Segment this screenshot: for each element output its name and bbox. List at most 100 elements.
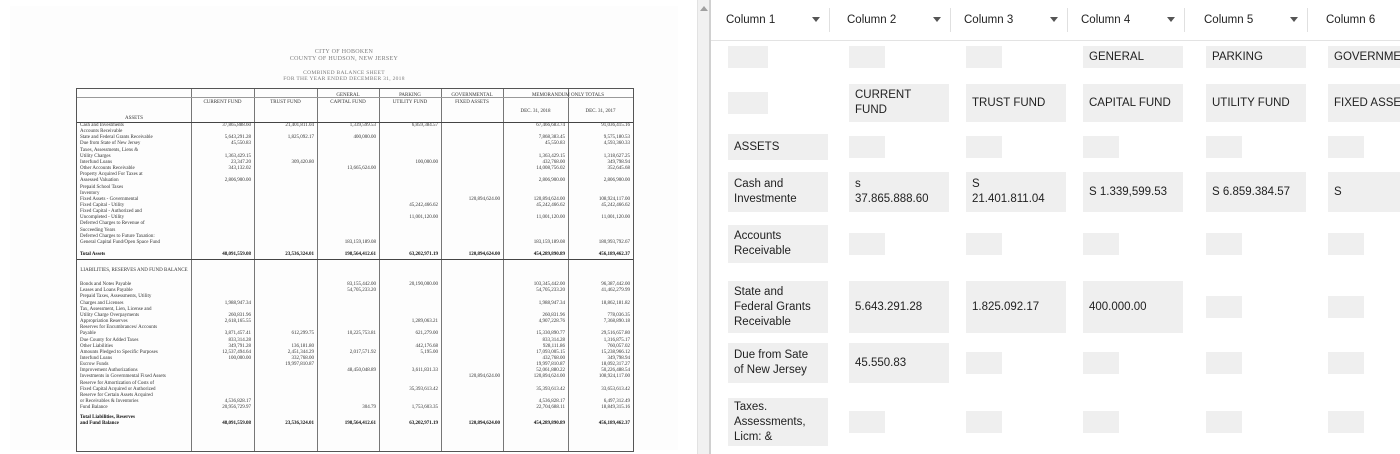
grid-cell-r5-c2[interactable] [849,233,885,255]
grid-cell-r8-c4[interactable] [1083,411,1119,433]
doc-row-value: 3,611,831.33 [411,368,438,374]
doc-row-value: 400,000.00 [353,135,377,141]
grid-cell-r4-c1[interactable]: Cash and Investmente [728,172,828,212]
doc-row-value: 21,401,811.04 [285,123,314,128]
chevron-down-icon[interactable] [1290,17,1298,22]
column-header-5[interactable]: Column 5 [1204,0,1314,40]
grid-cell-r3-c3[interactable] [966,136,1002,158]
chevron-down-icon[interactable] [1167,17,1175,22]
grid-cell-r1-c2[interactable] [849,46,885,68]
chevron-down-icon[interactable] [933,17,941,22]
doc-row-value: 454,289,890.89 [533,252,565,257]
doc-row-value: 20,190,000.00 [409,282,438,288]
doc-row-value: 54,705,233.20 [536,288,565,294]
grid-cell-r6-c5[interactable] [1206,296,1242,318]
column-header-label: Column 1 [726,14,776,26]
grid-cell-r5-c4[interactable] [1083,233,1119,255]
column-divider[interactable] [1184,8,1185,32]
grid-cell-r4-c3[interactable]: S 21.401.811.04 [966,172,1066,212]
doc-row-label: Taxes, Assessments, Liens & [80,147,139,153]
doc-row-value: 63,202,971.19 [409,421,438,427]
doc-row-label: Charges and Licenses [80,300,124,306]
scanned-balance-sheet: CITY OF HOBOKEN COUNTY OF HUDSON, NEW JE… [10,6,678,452]
doc-row-value: 120,894,624.00 [468,196,500,202]
doc-row-label: Fund Balance [80,405,108,411]
grid-cell-r4-c5[interactable]: S 6.859.384.57 [1206,172,1306,212]
grid-cell-r5-c3[interactable] [966,233,1002,255]
doc-row-value: 1,363,429.15 [538,153,565,159]
column-divider[interactable] [829,8,830,32]
doc-row-label: Inventory [80,190,100,196]
doc-row-value: 180,993,792.67 [598,239,630,245]
grid-cell-r3-c5[interactable] [1206,136,1242,158]
column-divider[interactable] [1067,8,1068,32]
grid-cell-r4-c4[interactable]: S 1.339,599.53 [1083,172,1183,212]
grid-cell-r6-c1[interactable]: State and Federal Grants Receivable [728,281,828,333]
grid-cell-r5-c6[interactable] [1328,233,1364,255]
doc-row-value: 63,202,971.19 [409,252,438,257]
grid-cell-r7-c2[interactable]: 45.550.83 [849,343,949,383]
grid-cell-r2-c3[interactable]: TRUST FUND [966,84,1066,122]
grid-cell-r1-c1[interactable] [728,46,768,68]
grid-cell-r7-c5[interactable] [1206,352,1242,374]
grid-cell-r2-c2[interactable]: CURRENT FUND [849,84,949,122]
grid-cell-r5-c1[interactable]: Accounts Receivable [728,225,828,263]
grid-cell-r6-c2[interactable]: 5.643.291.28 [849,281,949,333]
grid-cell-r8-c5[interactable] [1206,411,1242,433]
doc-head-dec2018: DEC. 31, 2018 [520,109,551,114]
column-header-label: Column 3 [964,14,1014,26]
column-divider[interactable] [1307,8,1308,32]
grid-cell-r2-c4[interactable]: CAPITAL FUND [1083,84,1183,122]
grid-cell-r8-c2[interactable] [849,411,885,433]
doc-row-value: 2,806,900.00 [538,178,565,184]
grid-cell-r2-c5[interactable]: UTILITY FUND [1206,84,1306,122]
doc-row-value: 48,091,559.08 [222,252,251,257]
grid-cell-r8-c1[interactable]: Taxes. Assessments, Licm: & [728,398,828,446]
grid-cell-r3-c4[interactable] [1083,136,1119,158]
grid-cell-r6-c4[interactable]: 400.000.00 [1083,281,1183,333]
grid-cell-r8-c3[interactable] [966,411,1002,433]
grid-cell-r4-c6[interactable]: S [1328,172,1400,212]
column-header-3[interactable]: Column 3 [964,0,1074,40]
column-divider[interactable] [950,8,951,32]
doc-row-value: 621,279.00 [415,331,439,337]
grid-cell-r5-c5[interactable] [1206,233,1242,255]
doc-row-value: 2,806,900.00 [224,178,251,184]
grid-cell-r1-c5[interactable]: PARKING [1206,46,1306,68]
spreadsheet-grid[interactable]: Column 1 Column 2 Column 3 Column 4 Column 5… [711,0,1400,454]
doc-row-value: 1,753,603.35 [411,405,438,411]
grid-cell-r1-c6[interactable]: GOVERNMENTAL [1328,46,1400,68]
grid-cell-r3-c2[interactable] [849,136,885,158]
grid-cell-r2-c1[interactable] [728,92,768,114]
doc-row-value: 349,791.28 [228,343,252,349]
grid-cell-r3-c1[interactable]: ASSETS [728,134,828,160]
grid-cell-r3-c6[interactable] [1328,136,1364,158]
doc-row-value: 1,988,947.34 [224,300,251,306]
doc-liab-title: LIABILITIES, RESERVES AND FUND BALANCE [80,268,188,274]
grid-cell-r1-c3[interactable] [966,46,1002,68]
grid-cell-r7-c1[interactable]: Due from Sate of New Jersey [728,343,828,383]
grid-cell-r7-c4[interactable] [1083,352,1119,374]
document-viewer[interactable]: CITY OF HOBOKEN COUNTY OF HUDSON, NEW JE… [0,0,697,454]
grid-cell-r6-c3[interactable]: 1.825.092.17 [966,281,1066,333]
chevron-down-icon[interactable] [1050,17,1058,22]
scroll-up-arrow-icon[interactable] [700,6,708,11]
doc-row-value: 12,537,494.64 [222,349,251,355]
grid-cell-r6-c6[interactable] [1328,296,1364,318]
grid-cell-r7-c6[interactable] [1328,352,1364,374]
column-header-2[interactable]: Column 2 [847,0,957,40]
doc-row-label: Fixed Assets - Governmental [80,196,139,202]
doc-row-value: 928,111.86 [542,343,565,349]
column-header-1[interactable]: Column 1 [726,0,836,40]
chevron-down-icon[interactable] [812,17,820,22]
doc-row-value: 260,831.96 [228,312,252,318]
doc-row-label: Uncompleted - Utility [80,215,125,221]
grid-cell-r8-c6[interactable] [1328,411,1364,433]
grid-cell-r4-c2[interactable]: s 37.865.888.60 [849,172,949,212]
doc-head-general: GENERAL [336,93,360,98]
column-header-4[interactable]: Column 4 [1081,0,1191,40]
column-header-6[interactable]: Column 6 [1326,0,1400,40]
grid-cell-r7-c3[interactable] [966,352,1002,374]
grid-cell-r1-c4[interactable]: GENERAL [1083,46,1183,68]
grid-cell-r2-c6[interactable]: FIXED ASSETS [1328,84,1400,122]
